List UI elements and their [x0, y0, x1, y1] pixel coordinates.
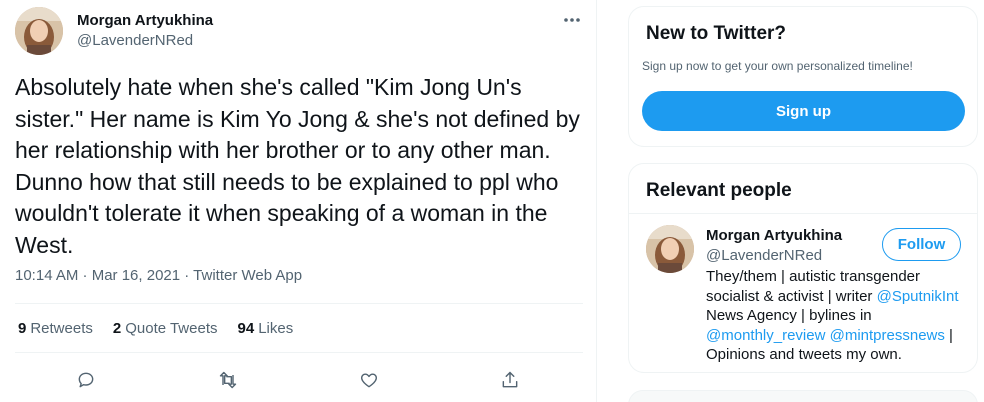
tweet-source[interactable]: Twitter Web App: [193, 267, 302, 284]
likes-label: Likes: [258, 320, 294, 337]
new-to-twitter-heading: New to Twitter?: [646, 23, 787, 44]
relevant-person-name[interactable]: Morgan Artyukhina: [706, 227, 842, 244]
relevant-person-avatar[interactable]: [646, 225, 694, 273]
tweet-text: Absolutely hate when she's called "Kim J…: [15, 74, 580, 258]
bio-mention-link[interactable]: @monthly_review: [706, 327, 825, 344]
follow-button[interactable]: Follow: [882, 228, 961, 261]
quote-tweets-count: 2: [112, 320, 122, 337]
reply-button[interactable]: [72, 366, 100, 394]
likes-stat[interactable]: 94 Likes: [238, 320, 294, 337]
bio-mention-link[interactable]: @SputnikInt: [877, 288, 959, 305]
divider: [15, 303, 583, 304]
share-button[interactable]: [496, 366, 524, 394]
tweet-actions: [0, 362, 597, 398]
more-options-button[interactable]: [558, 8, 586, 32]
retweets-count: 9: [18, 320, 27, 337]
retweet-icon: [219, 371, 237, 389]
like-button[interactable]: [355, 366, 383, 394]
like-icon: [361, 373, 377, 388]
likes-count: 94: [237, 320, 255, 337]
new-to-twitter-card: New to Twitter? Sign up now to get your …: [628, 6, 978, 147]
quote-tweets-label: Quote Tweets: [125, 320, 218, 337]
bio-text: News Agency | bylines in: [706, 307, 872, 324]
author-name[interactable]: Morgan Artyukhina: [77, 12, 213, 29]
retweet-button[interactable]: [214, 366, 242, 394]
more-horizontal-icon: [564, 18, 580, 22]
relevant-people-heading: Relevant people: [646, 180, 792, 201]
avatar-image: [15, 7, 63, 55]
divider: [629, 213, 977, 214]
author-avatar[interactable]: [15, 7, 63, 55]
tweet-stats: 9 Retweets 2 Quote Tweets 94 Likes: [18, 320, 293, 337]
relevant-people-card: Relevant people Morgan Artyukhina @Laven…: [628, 163, 978, 373]
sign-up-button[interactable]: Sign up: [642, 91, 965, 131]
tweet-timestamp: 10:14 AM · Mar 16, 2021 · Twitter Web Ap…: [15, 267, 302, 284]
share-icon: [502, 371, 518, 388]
relevant-person-handle[interactable]: @LavenderNRed: [706, 247, 822, 264]
tweet-time[interactable]: 10:14 AM · Mar 16, 2021 ·: [15, 267, 193, 284]
retweets-stat[interactable]: 9 Retweets: [18, 320, 93, 337]
signup-subtitle: Sign up now to get your own personalized…: [642, 59, 913, 73]
next-sidebar-card: [628, 390, 978, 402]
retweets-label: Retweets: [30, 320, 93, 337]
relevant-person-bio: They/them | autistic transgender sociali…: [706, 267, 968, 365]
author-handle[interactable]: @LavenderNRed: [77, 32, 193, 49]
divider: [15, 352, 583, 353]
tweet-column: Morgan Artyukhina @LavenderNRed Absolute…: [0, 0, 597, 402]
bio-mention-link[interactable]: @mintpressnews: [830, 327, 945, 344]
avatar-image: [646, 225, 694, 273]
reply-icon: [78, 372, 94, 388]
quote-tweets-stat[interactable]: 2 Quote Tweets: [113, 320, 218, 337]
